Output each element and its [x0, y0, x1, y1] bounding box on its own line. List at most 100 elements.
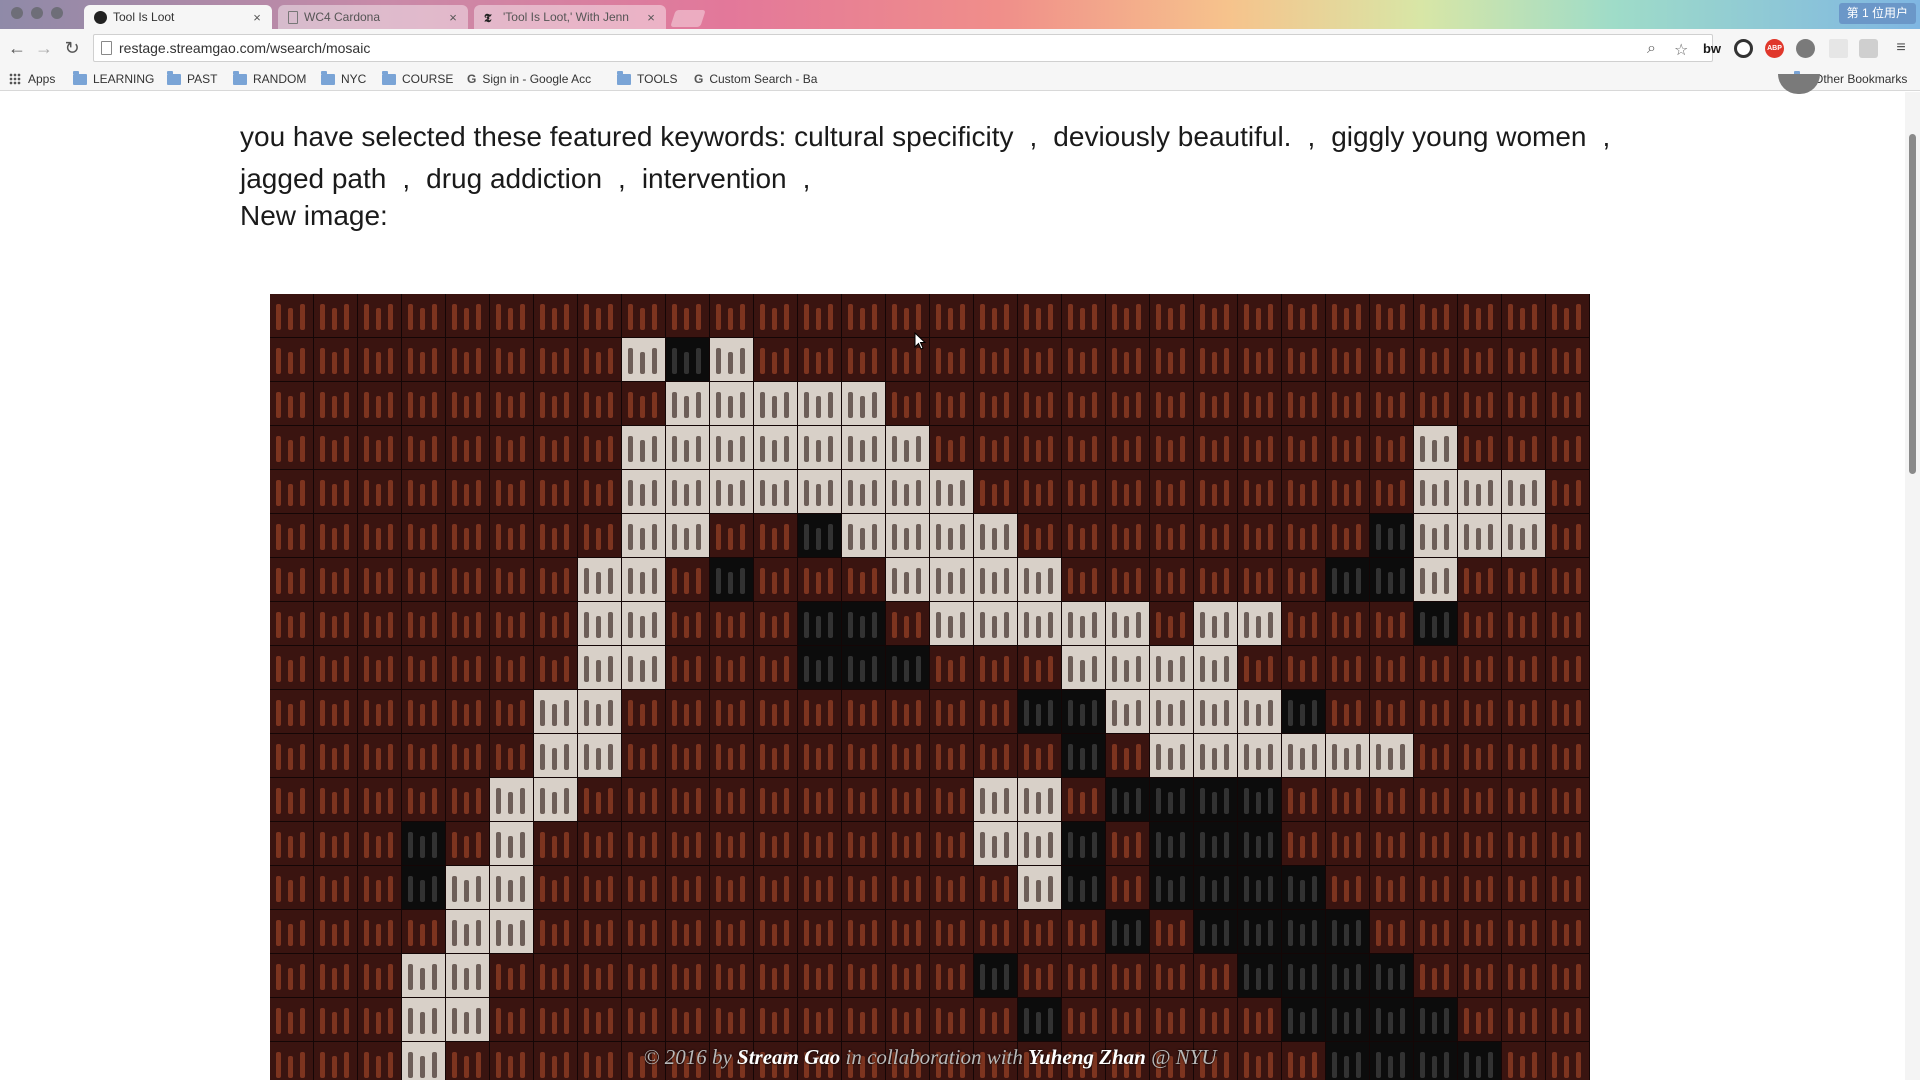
mosaic-tile	[1238, 866, 1281, 909]
drive-extension-icon[interactable]	[1859, 39, 1878, 58]
minimize-window-button[interactable]	[31, 7, 43, 19]
menu-icon[interactable]: ≡	[1889, 36, 1913, 60]
mosaic-tile	[490, 690, 533, 733]
extension-gear-icon[interactable]	[1796, 39, 1815, 58]
close-tab-icon[interactable]: ×	[644, 10, 658, 25]
mosaic-tile	[754, 866, 797, 909]
bookmark-custom-search[interactable]: G Custom Search - Ba	[694, 71, 817, 87]
zoom-window-button[interactable]	[51, 7, 63, 19]
mosaic-tile	[578, 734, 621, 777]
mosaic-tile	[622, 382, 665, 425]
mosaic-tile	[1150, 426, 1193, 469]
mosaic-tile	[446, 690, 489, 733]
mosaic-tile	[1414, 382, 1457, 425]
mosaic-tile	[798, 426, 841, 469]
bookmark-apps[interactable]: Apps	[9, 71, 55, 87]
mosaic-tile	[402, 294, 445, 337]
mosaic-tile	[930, 998, 973, 1041]
tab-label: 'Tool Is Loot,' With Jenn	[503, 10, 629, 24]
mosaic-tile	[798, 690, 841, 733]
mosaic-tile	[930, 602, 973, 645]
new-tab-button[interactable]	[670, 10, 706, 27]
mosaic-tiles	[270, 294, 1589, 1080]
mosaic-tile	[1238, 646, 1281, 689]
mosaic-tile	[1414, 822, 1457, 865]
mosaic-tile	[754, 910, 797, 953]
tab-tool-is-loot[interactable]: Tool Is Loot ×	[84, 5, 272, 29]
close-tab-icon[interactable]: ×	[250, 10, 264, 25]
mosaic-tile	[1414, 734, 1457, 777]
page-info-icon[interactable]	[101, 41, 112, 55]
mosaic-tile	[842, 998, 885, 1041]
mosaic-tile	[1502, 910, 1545, 953]
bookmark-google-signin[interactable]: G Sign in - Google Acc	[467, 71, 591, 87]
mosaic-tile	[270, 734, 313, 777]
mosaic-tile	[1458, 822, 1501, 865]
mosaic-tile	[358, 822, 401, 865]
url-text[interactable]: restage.streamgao.com/wsearch/mosaic	[119, 40, 370, 56]
bookmark-past[interactable]: PAST	[167, 70, 217, 87]
mosaic-tile	[578, 382, 621, 425]
profile-badge[interactable]: 第 1 位用户	[1838, 3, 1916, 24]
mosaic-tile	[1194, 998, 1237, 1041]
mosaic-tile	[666, 382, 709, 425]
zoom-icon[interactable]: ⌕	[1647, 40, 1656, 58]
mosaic-tile	[1546, 558, 1589, 601]
mosaic-tile	[534, 778, 577, 821]
bookmark-nyc[interactable]: NYC	[321, 70, 366, 87]
address-bar[interactable]: restage.streamgao.com/wsearch/mosaic ⌕ ☆	[93, 34, 1713, 62]
mosaic-tile	[710, 470, 753, 513]
mosaic-tile	[842, 470, 885, 513]
mosaic-tile	[578, 778, 621, 821]
mosaic-tile	[1062, 382, 1105, 425]
mosaic-tile	[534, 602, 577, 645]
bookmark-learning[interactable]: LEARNING	[73, 70, 154, 87]
extension-grid-icon[interactable]	[1829, 39, 1848, 58]
close-window-button[interactable]	[11, 7, 23, 19]
mosaic-tile	[402, 954, 445, 997]
mosaic-tile	[578, 690, 621, 733]
tab-wc4-cardona[interactable]: WC4 Cardona ×	[278, 5, 468, 29]
mosaic-tile	[1150, 910, 1193, 953]
mosaic-tile	[886, 382, 929, 425]
page-scrollbar[interactable]	[1905, 92, 1920, 1080]
tab-nyt-article[interactable]: 𝕿 'Tool Is Loot,' With Jenn ×	[474, 5, 666, 29]
close-tab-icon[interactable]: ×	[446, 10, 460, 25]
bookmark-course[interactable]: COURSE	[382, 70, 453, 87]
keyword-item: giggly young women	[1331, 121, 1587, 152]
mosaic-tile	[490, 470, 533, 513]
mosaic-tile	[1458, 954, 1501, 997]
mosaic-tile	[1282, 602, 1325, 645]
window-title-bar: Tool Is Loot × WC4 Cardona × 𝕿 'Tool Is …	[0, 0, 1920, 29]
back-icon[interactable]: ←	[5, 36, 29, 60]
bookmark-random[interactable]: RANDOM	[233, 70, 306, 87]
mosaic-tile	[622, 954, 665, 997]
mosaic-tile	[798, 602, 841, 645]
mosaic-tile	[1326, 470, 1369, 513]
mosaic-tile	[666, 558, 709, 601]
adblock-plus-icon[interactable]: ABP	[1765, 39, 1784, 58]
mosaic-tile	[622, 602, 665, 645]
mosaic-tile	[1194, 910, 1237, 953]
mosaic-tile	[666, 734, 709, 777]
mosaic-tile	[1370, 294, 1413, 337]
mosaic-tile	[1018, 822, 1061, 865]
mosaic-tile	[974, 426, 1017, 469]
mosaic-tile	[1282, 294, 1325, 337]
bookmark-star-icon[interactable]: ☆	[1674, 40, 1688, 60]
mosaic-tile	[1326, 558, 1369, 601]
forward-icon[interactable]: →	[32, 36, 56, 60]
mosaic-tile	[974, 778, 1017, 821]
mosaic-tile	[314, 646, 357, 689]
reload-icon[interactable]: ↻	[60, 36, 84, 60]
circle-extension-icon[interactable]	[1734, 39, 1753, 58]
mosaic-tile	[1326, 294, 1369, 337]
bw-extension-icon[interactable]: bw	[1701, 39, 1723, 58]
keywords-sentence: you have selected these featured keyword…	[240, 121, 1611, 194]
mosaic-tile	[1150, 646, 1193, 689]
mosaic-tile	[798, 866, 841, 909]
mosaic-tile	[446, 954, 489, 997]
scrollbar-thumb[interactable]	[1909, 134, 1916, 474]
bookmark-tools[interactable]: TOOLS	[617, 70, 677, 87]
mosaic-tile	[1282, 558, 1325, 601]
